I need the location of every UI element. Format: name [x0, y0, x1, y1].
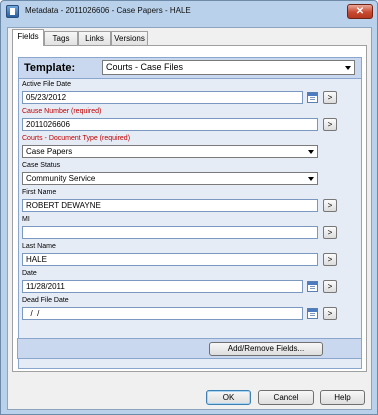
cancel-button[interactable]: Cancel	[258, 390, 314, 405]
tab-versions[interactable]: Versions	[111, 31, 148, 45]
active-file-date-input[interactable]: 05/23/2012	[22, 91, 303, 104]
document-type-select[interactable]: Case Papers	[22, 145, 318, 158]
close-button[interactable]: ✕	[347, 4, 373, 19]
active-file-date-label: Active File Date	[22, 81, 72, 88]
last-name-label: Last Name	[22, 243, 56, 250]
date-label: Date	[22, 270, 37, 277]
dialog-body: Fields Tags Links Versions Template: Cou…	[7, 27, 372, 410]
calendar-icon[interactable]	[307, 92, 318, 103]
case-status-value: Community Service	[26, 174, 96, 183]
app-icon	[6, 5, 19, 18]
title-bar[interactable]: Metadata - 2011026606 - Case Papers - HA…	[1, 1, 377, 23]
template-value: Courts - Case Files	[106, 62, 184, 72]
metadata-dialog: Metadata - 2011026606 - Case Papers - HA…	[0, 0, 378, 415]
last-name-go-button[interactable]: >	[323, 253, 337, 266]
last-name-input[interactable]: HALE	[22, 253, 318, 266]
template-header: Template: Courts - Case Files	[19, 58, 361, 79]
mi-label: MI	[22, 216, 30, 223]
date-input[interactable]: 11/28/2011	[22, 280, 303, 293]
dead-file-date-go-button[interactable]: >	[323, 307, 337, 320]
chevron-down-icon	[345, 66, 351, 70]
mi-go-button[interactable]: >	[323, 226, 337, 239]
document-type-value: Case Papers	[26, 147, 73, 156]
dead-file-date-label: Dead File Date	[22, 297, 69, 304]
chevron-down-icon	[308, 177, 314, 181]
chevron-down-icon	[308, 150, 314, 154]
template-label: Template:	[24, 62, 76, 74]
ok-button[interactable]: OK	[206, 390, 251, 405]
document-type-label: Courts - Document Type (required)	[22, 135, 131, 142]
tab-tags[interactable]: Tags	[44, 31, 78, 45]
active-file-date-go-button[interactable]: >	[323, 91, 337, 104]
template-group: Template: Courts - Case Files Active Fil…	[18, 57, 362, 369]
calendar-icon[interactable]	[307, 281, 318, 292]
fields-panel: Template: Courts - Case Files Active Fil…	[12, 45, 367, 372]
cause-number-label: Cause Number (required)	[22, 108, 102, 115]
window-title: Metadata - 2011026606 - Case Papers - HA…	[25, 6, 191, 15]
cause-number-go-button[interactable]: >	[323, 118, 337, 131]
case-status-label: Case Status	[22, 162, 61, 169]
first-name-input[interactable]: ROBERT DEWAYNE	[22, 199, 318, 212]
template-select[interactable]: Courts - Case Files	[102, 60, 355, 75]
tab-links[interactable]: Links	[78, 31, 111, 45]
add-remove-bar: Add/Remove Fields...	[17, 338, 362, 359]
help-button[interactable]: Help	[320, 390, 365, 405]
first-name-go-button[interactable]: >	[323, 199, 337, 212]
cause-number-input[interactable]: 2011026606	[22, 118, 318, 131]
first-name-label: First Name	[22, 189, 57, 196]
tab-fields[interactable]: Fields	[12, 29, 44, 46]
mi-input[interactable]	[22, 226, 318, 239]
calendar-icon[interactable]	[307, 308, 318, 319]
dead-file-date-input[interactable]: / /	[22, 307, 303, 320]
case-status-select[interactable]: Community Service	[22, 172, 318, 185]
add-remove-fields-button[interactable]: Add/Remove Fields...	[209, 342, 323, 356]
date-go-button[interactable]: >	[323, 280, 337, 293]
